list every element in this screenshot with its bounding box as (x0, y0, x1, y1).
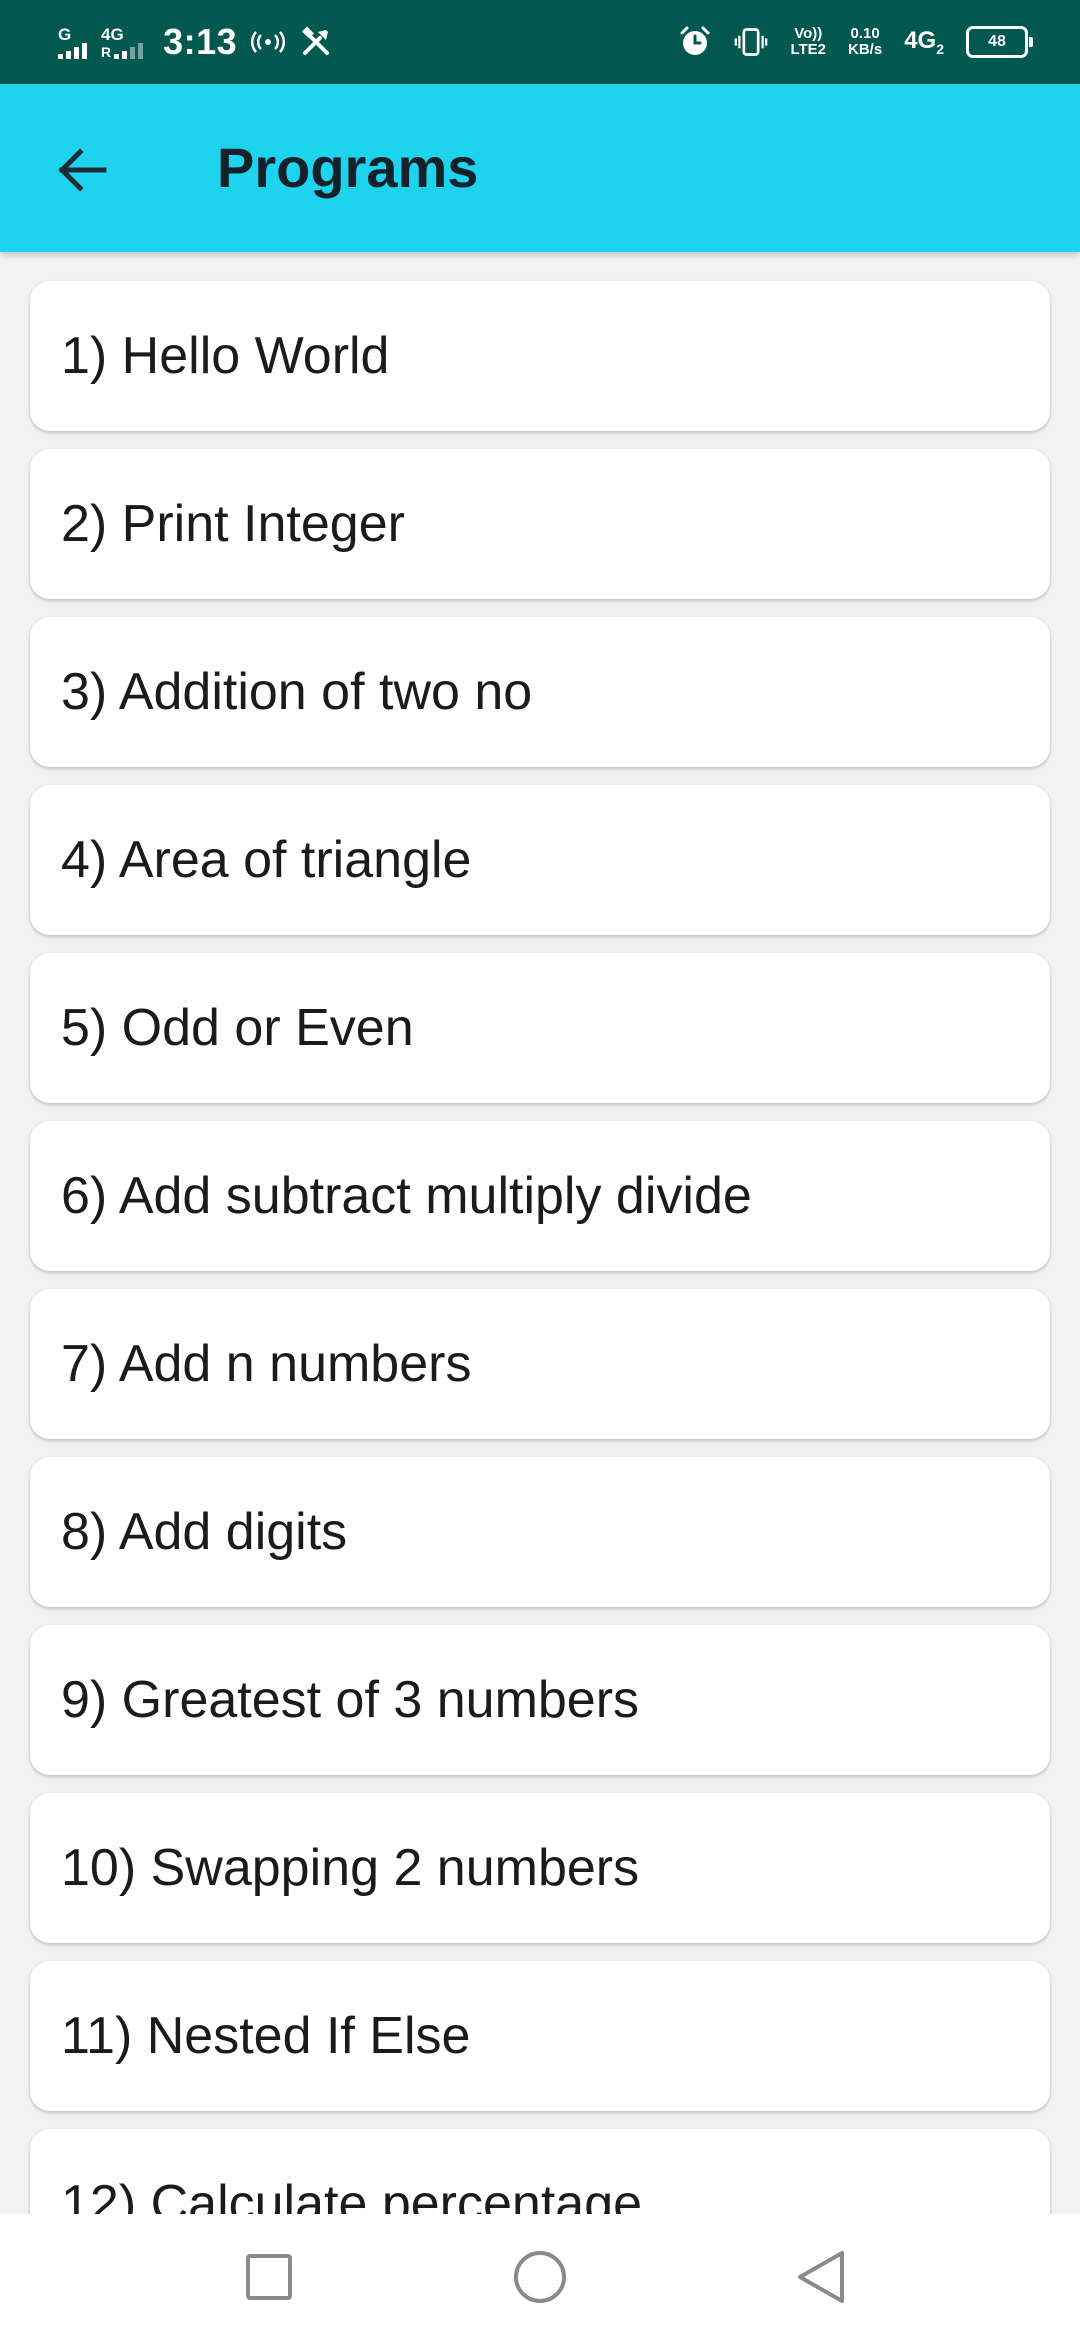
nav-back-button[interactable] (784, 2239, 860, 2315)
list-item-area-of-triangle[interactable]: 4) Area of triangle (30, 785, 1050, 935)
battery-icon: 48 (966, 26, 1033, 58)
list-item-label: 2) Print Integer (61, 495, 405, 553)
back-button[interactable] (40, 128, 124, 212)
vibrate-icon (734, 25, 768, 59)
list-item-add-n-numbers[interactable]: 7) Add n numbers (30, 1289, 1050, 1439)
square-icon (246, 2254, 292, 2300)
list-item-label: 7) Add n numbers (61, 1335, 472, 1393)
status-bar: G 4G R 3:13 Vo)) LTE2 0.10 KB/s 4G2 48 (0, 0, 1080, 84)
triangle-icon (798, 2251, 844, 2303)
arrow-left-icon (58, 148, 107, 192)
list-item-swapping[interactable]: 10) Swapping 2 numbers (30, 1793, 1050, 1943)
list-item-label: 12) Calculate percentage (61, 2175, 643, 2214)
battery-level: 48 (988, 33, 1006, 50)
sim2-label: 4G (101, 24, 124, 44)
sim2-signal-icon: 4G R (101, 24, 144, 60)
home-button[interactable] (502, 2239, 578, 2315)
list-item-label: 10) Swapping 2 numbers (61, 1839, 640, 1897)
list-item-label: 1) Hello World (61, 327, 390, 385)
clock: 3:13 (163, 21, 238, 62)
recents-button[interactable] (231, 2239, 307, 2315)
list-item-odd-or-even[interactable]: 5) Odd or Even (30, 953, 1050, 1103)
speed-unit: KB/s (848, 41, 883, 58)
list-item-nested-if-else[interactable]: 11) Nested If Else (30, 1961, 1050, 2111)
program-list[interactable]: 1) Hello World 2) Print Integer 3) Addit… (0, 252, 1080, 2214)
network-type: 4G2 (904, 27, 944, 57)
hotspot-icon (251, 25, 286, 59)
list-item-label: 9) Greatest of 3 numbers (61, 1671, 640, 1729)
sim1-signal-icon: G (58, 26, 87, 59)
list-item-label: 3) Addition of two no (61, 663, 533, 721)
page-title: Programs (217, 136, 479, 199)
list-item-label: 5) Odd or Even (61, 999, 414, 1057)
list-item-label: 6) Add subtract multiply divide (61, 1167, 752, 1225)
app-bar: Programs (0, 84, 1080, 252)
tools-icon (299, 25, 333, 59)
sim1-label: G (58, 24, 72, 44)
list-item-label: 11) Nested If Else (61, 2007, 471, 2065)
list-item-percentage[interactable]: 12) Calculate percentage (30, 2129, 1050, 2214)
list-item-addition[interactable]: 3) Addition of two no (30, 617, 1050, 767)
list-item-label: 8) Add digits (61, 1503, 348, 1561)
speed-value: 0.10 (850, 25, 880, 42)
list-item-arithmetic[interactable]: 6) Add subtract multiply divide (30, 1121, 1050, 1271)
list-item-greatest-of-3[interactable]: 9) Greatest of 3 numbers (30, 1625, 1050, 1775)
list-item-add-digits[interactable]: 8) Add digits (30, 1457, 1050, 1607)
circle-icon (514, 2251, 566, 2303)
volte-indicator: Vo)) LTE2 (790, 26, 826, 58)
network-label: 4G (904, 27, 937, 55)
network-sub: 2 (936, 40, 944, 57)
volte-bottom: LTE2 (790, 41, 826, 58)
list-item-hello-world[interactable]: 1) Hello World (30, 281, 1050, 431)
nav-bar (0, 2214, 1080, 2340)
list-item-label: 4) Area of triangle (61, 831, 472, 889)
volte-top: Vo)) (794, 25, 823, 42)
list-item-print-integer[interactable]: 2) Print Integer (30, 449, 1050, 599)
network-speed: 0.10 KB/s (848, 26, 882, 58)
roaming-label: R (101, 43, 112, 60)
alarm-icon (678, 25, 712, 59)
